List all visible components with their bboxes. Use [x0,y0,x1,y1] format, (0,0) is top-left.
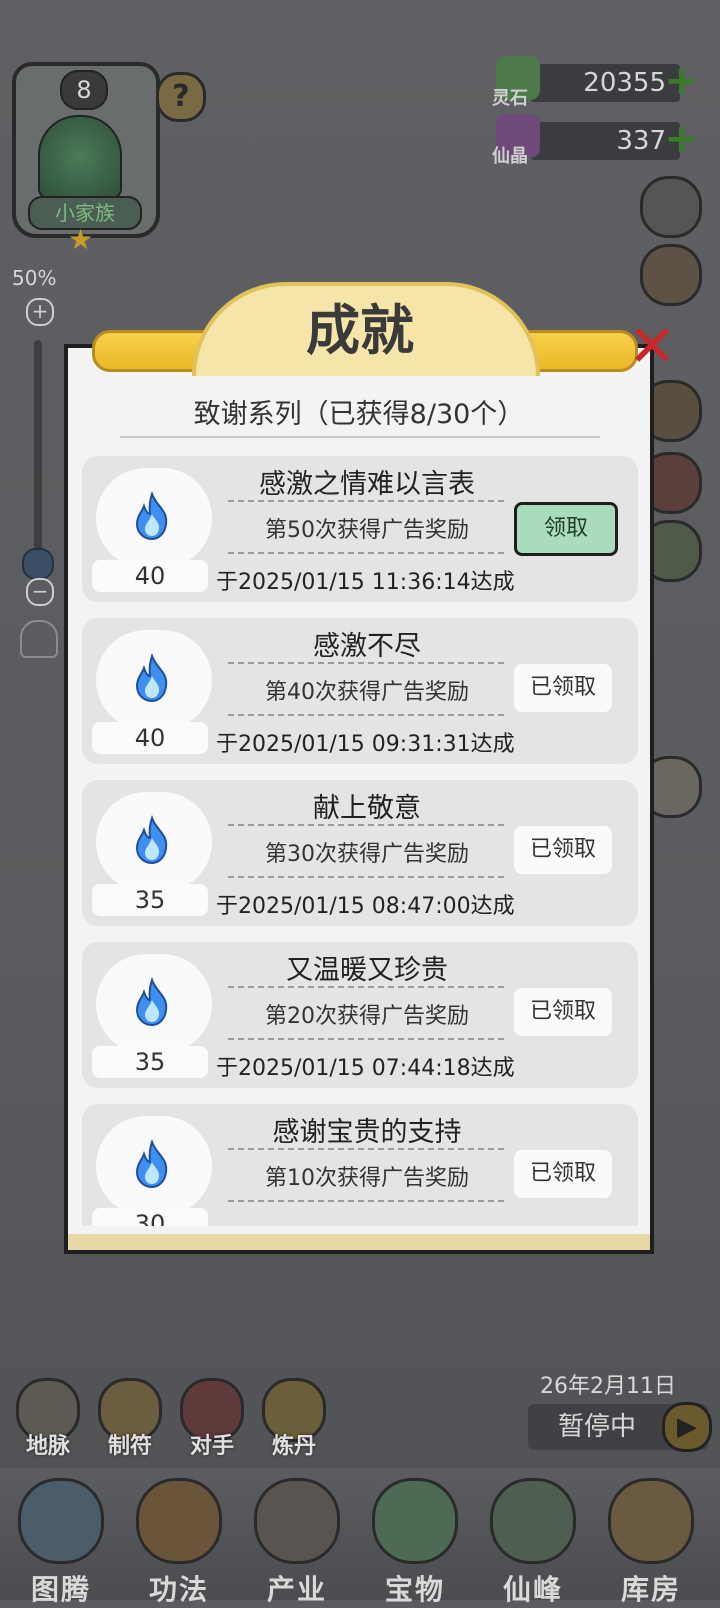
claimed-button[interactable]: 已领取 [514,664,612,712]
blue-flame-icon [135,814,168,865]
skill-label: 对手 [189,1434,234,1459]
claimed-button[interactable]: 已领取 [514,1150,612,1198]
achievement-card: 40 感激之情难以言表 第50次获得广告奖励 于2025/01/15 11:36… [82,456,638,602]
reward-count: 30 [92,1208,208,1226]
nav-label: 产业 [266,1573,327,1606]
zoom-out-button[interactable]: − [26,578,54,606]
achievement-name: 感激之情难以言表 [259,469,475,500]
achievement-list[interactable]: 40 感激之情难以言表 第50次获得广告奖励 于2025/01/15 11:36… [82,456,638,1226]
achievement-date: 于2025/01/15 09:31:31达成 [216,732,515,757]
tree-icon [38,115,122,199]
achievement-name: 献上敬意 [313,793,421,824]
subtitle-divider [120,436,600,438]
achievement-name: 又温暖又珍贵 [286,955,448,986]
claim-button[interactable]: 领取 [514,502,618,556]
settings-gear-icon[interactable] [640,176,702,238]
divider [228,1148,504,1150]
play-icon[interactable]: ▶ [662,1402,712,1452]
family-level-badge: 8 [60,70,108,110]
blue-flame-icon [135,976,168,1027]
jade-icon [372,1478,458,1564]
achievement-desc: 第30次获得广告奖励 [265,842,469,867]
resource-value: 337 [616,126,666,156]
divider [228,1038,504,1040]
reward-count: 35 [92,1046,208,1078]
divider [228,1200,504,1202]
divider [228,986,504,988]
achievement-desc: 第40次获得广告奖励 [265,680,469,705]
skill-earth-vein[interactable]: 地脉 [14,1378,82,1460]
nav-storage[interactable]: 库房 [596,1478,706,1608]
achievement-date: 于2025/01/15 08:47:00达成 [216,894,515,919]
claimed-button[interactable]: 已领取 [514,988,612,1036]
achievement-date: 于2025/01/15 07:44:18达成 [216,1056,515,1081]
resource-spirit-stone: 灵石 20355 + [492,56,712,109]
skill-label: 地脉 [25,1434,70,1459]
resource-name: 灵石 [492,88,528,109]
achievement-desc: 第50次获得广告奖励 [265,518,469,543]
totem-icon [18,1478,104,1564]
nav-label: 图腾 [30,1573,91,1606]
reward-count: 35 [92,884,208,916]
achievement-desc: 第20次获得广告奖励 [265,1004,469,1029]
skill-label: 炼丹 [271,1434,316,1459]
divider [228,552,504,554]
achievement-name: 感谢宝贵的支持 [272,1117,462,1148]
divider [228,824,504,826]
zoom-in-button[interactable]: + [26,298,54,326]
resource-value: 20355 [583,68,666,98]
achievement-desc: 第10次获得广告奖励 [265,1166,469,1191]
nav-peak[interactable]: 仙峰 [478,1478,588,1608]
nav-treasure[interactable]: 宝物 [360,1478,470,1608]
achievement-card: 35 献上敬意 第30次获得广告奖励 于2025/01/15 08:47:00达… [82,780,638,926]
skill-label: 制符 [107,1434,152,1459]
building-icon [254,1478,340,1564]
nav-label: 仙峰 [502,1573,563,1606]
resource-name: 仙晶 [492,146,528,167]
flame-scroll-icon [136,1478,222,1564]
dialog-bottom-trim [68,1234,650,1250]
close-button[interactable]: ✕ [624,317,680,375]
skill-talisman[interactable]: 制符 [96,1378,164,1460]
nav-industry[interactable]: 产业 [242,1478,352,1608]
achievement-name: 感激不尽 [313,631,421,662]
nav-label: 宝物 [384,1573,445,1606]
divider [228,500,504,502]
blue-flame-icon [135,652,168,703]
achievement-card: 35 又温暖又珍贵 第20次获得广告奖励 于2025/01/15 07:44:1… [82,942,638,1088]
reward-count: 40 [92,560,208,592]
add-immortal-crystal-button[interactable]: + [664,119,698,159]
scroll-icon[interactable] [640,244,702,306]
add-spirit-stone-button[interactable]: + [664,61,698,101]
blue-flame-icon [135,490,168,541]
achievement-date: 于2025/01/15 11:36:14达成 [216,570,515,595]
nav-totem[interactable]: 图腾 [6,1478,116,1608]
achievement-card: 30 感谢宝贵的支持 第10次获得广告奖励 已领取 [82,1104,638,1226]
skill-opponent[interactable]: 对手 [178,1378,246,1460]
blue-flame-icon [135,1138,168,1189]
nav-label: 功法 [148,1573,209,1606]
star-icon: ★ [68,223,94,256]
reward-count: 40 [92,722,208,754]
resource-immortal-crystal: 仙晶 337 + [492,114,712,167]
nav-label: 库房 [620,1573,681,1606]
divider [228,876,504,878]
claimed-button[interactable]: 已领取 [514,826,612,874]
location-pin-icon[interactable] [20,620,58,658]
dialog-title: 成就 [306,298,414,362]
game-date: 26年2月11日 [540,1374,676,1399]
storage-bag-icon [608,1478,694,1564]
mountain-icon [490,1478,576,1564]
help-button[interactable]: ? [156,72,206,122]
skill-alchemy[interactable]: 炼丹 [260,1378,328,1460]
divider [228,714,504,716]
zoom-slider-handle[interactable] [22,548,54,580]
series-subtitle: 致谢系列（已获得8/30个） [193,399,525,430]
zoom-slider[interactable] [34,340,42,570]
divider [228,662,504,664]
nav-skills[interactable]: 功法 [124,1478,234,1608]
zoom-level: 50% [12,266,57,290]
achievement-card: 40 感激不尽 第40次获得广告奖励 于2025/01/15 09:31:31达… [82,618,638,764]
